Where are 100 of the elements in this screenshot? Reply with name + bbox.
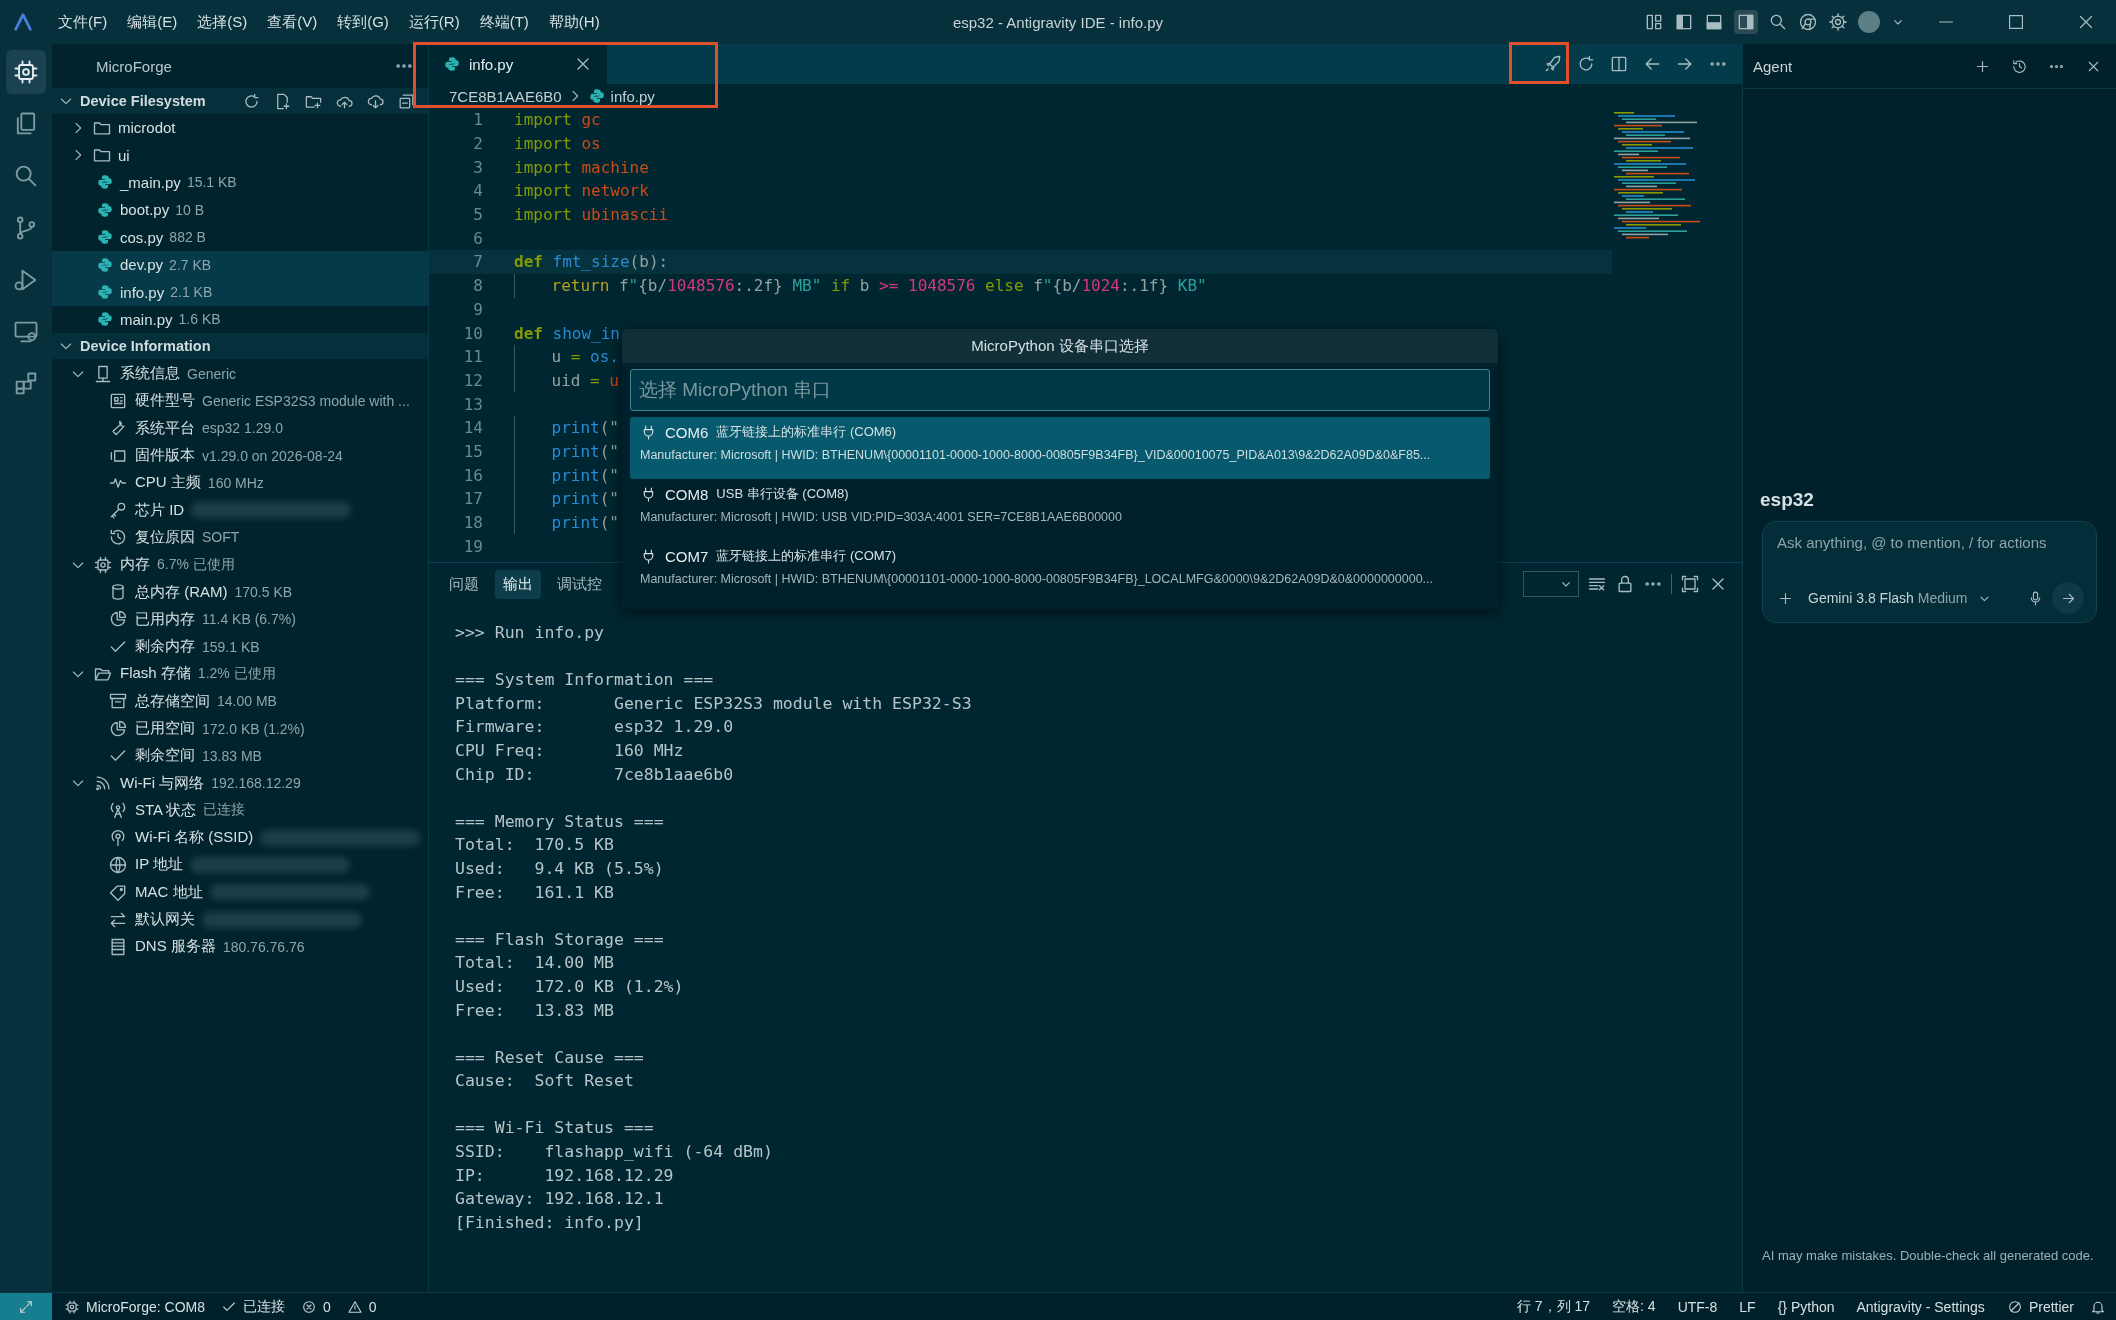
file-tree-item[interactable]: cos.py 882 B xyxy=(52,223,428,251)
model-selector[interactable]: Gemini 3.8 Flash Medium xyxy=(1808,590,1968,606)
port-detail: Manufacturer: Microsoft | HWID: BTHENUM\{00001101-0000-1000-8000-00805F9B34FB}_VID&00010075_PID&A013\9&2D62A09D&0&F85... xyxy=(640,448,1432,462)
file-tree-item[interactable]: dev.py 2.7 KB xyxy=(52,250,428,279)
port-description: 蓝牙链接上的标准串行 (COM6) xyxy=(716,423,897,441)
device-status[interactable]: MicroForge: COM8 xyxy=(86,1298,206,1315)
maximize-panel-icon[interactable] xyxy=(1680,574,1700,594)
file-tree-item[interactable]: boot.py 10 B xyxy=(52,196,428,224)
status-item[interactable]: 行 7，列 17 xyxy=(1516,1297,1591,1316)
computer-icon xyxy=(93,363,113,384)
output-line: Firmware: esp32 1.29.0 xyxy=(455,716,735,739)
tree-item[interactable]: 剩余内存 159.1 KB xyxy=(52,632,428,661)
status-item[interactable]: LF xyxy=(1739,1298,1756,1315)
toggle-sidebar-icon[interactable] xyxy=(1674,12,1694,32)
tree-item[interactable]: 已用内存 11.4 KB (6.7%) xyxy=(52,605,428,633)
status-item[interactable]: 空格: 4 xyxy=(1612,1297,1656,1316)
menu-item[interactable]: 文件(F) xyxy=(48,12,118,32)
browser-icon[interactable] xyxy=(1798,12,1818,32)
antenna-icon xyxy=(108,800,128,821)
port-option[interactable]: COM7 蓝牙链接上的标准串行 (COM7) Manufacturer: Microsoft | HWID: BTHENUM\{00001101-0000-1000-8000-00805F9B34FB}_LOCALMFG&0000\9&2D62A09D&0&0000000000... xyxy=(630,541,1490,603)
line-number: 9 xyxy=(472,299,483,319)
menu-item[interactable]: 选择(S) xyxy=(187,12,258,32)
tree-item[interactable]: 复位原因 SOFT xyxy=(52,523,428,552)
chat-input[interactable]: Ask anything, @ to mention, / for actions Gemini 3.8 Flash Medium xyxy=(1762,521,2097,623)
file-tree-item[interactable]: _main.py 15.1 KB xyxy=(52,168,428,197)
port-name: COM6 xyxy=(665,423,709,441)
tree-item[interactable]: 已用空间 172.0 KB (1.2%) xyxy=(52,714,428,743)
tree-item[interactable]: 硬件型号 Generic ESP32S3 module with ... xyxy=(52,387,428,415)
tree-item[interactable]: IP 地址 xyxy=(52,851,428,879)
code-line: def fmt_size(b): xyxy=(514,252,669,272)
avatar[interactable] xyxy=(1858,11,1880,33)
menu-item[interactable]: 编辑(E) xyxy=(117,12,188,32)
tree-item[interactable]: STA 状态 已连接 xyxy=(52,796,428,825)
breadcrumb-item[interactable]: 7CE8B1AAE6B0 xyxy=(449,87,562,105)
tree-item[interactable]: 固件版本 v1.29.0 on 2026-08-24 xyxy=(52,441,428,470)
port-option[interactable]: COM6 蓝牙链接上的标准串行 (COM6) Manufacturer: Microsoft | HWID: BTHENUM\{00001101-0000-1000-8000-00805F9B34FB}_VID&00010075_PID&A013\9&2D62A09D&0&F85... xyxy=(630,417,1490,479)
rocket-icon[interactable] xyxy=(1543,54,1563,74)
tree-group[interactable]: 内存 6.7% 已使用 xyxy=(52,551,428,579)
output-line: Chip ID: 7ce8b1aae6b0 xyxy=(455,763,735,786)
toggle-secondary-sidebar-icon[interactable] xyxy=(1734,10,1758,34)
search-icon[interactable] xyxy=(1768,12,1788,32)
port-search-field[interactable]: 选择 MicroPython 串口 xyxy=(630,369,1490,411)
breadcrumb-item[interactable]: info.py xyxy=(610,87,655,105)
tree-item[interactable]: 芯片 ID xyxy=(52,496,428,524)
tab-label[interactable]: info.py xyxy=(469,55,565,73)
status-item[interactable]: Antigravity - Settings xyxy=(1856,1298,1985,1315)
history-icon xyxy=(108,527,128,548)
menu-item[interactable]: 运行(R) xyxy=(398,12,470,32)
tree-item[interactable]: 剩余空间 13.83 MB xyxy=(52,742,428,770)
layout-icon[interactable] xyxy=(1644,12,1664,32)
toggle-panel-icon[interactable] xyxy=(1704,12,1724,32)
tree-item[interactable]: DNS 服务器 180.76.76.76 xyxy=(52,933,428,961)
port-detail: Manufacturer: Microsoft | HWID: BTHENUM\{00001101-0000-1000-8000-00805F9B34FB}_LOCALMFG&0000\9&2D62A09D&0&0000000000... xyxy=(640,572,1435,586)
tree-group[interactable]: Flash 存储 1.2% 已使用 xyxy=(52,660,428,688)
output-line: Total: 170.5 KB xyxy=(455,834,615,857)
panel-tab[interactable]: 问题 xyxy=(441,569,487,599)
send-button[interactable] xyxy=(2052,582,2084,614)
menu-item[interactable]: 帮助(H) xyxy=(538,12,610,32)
file-tree-item[interactable]: microdot xyxy=(52,114,428,142)
port-detail: Manufacturer: Microsoft | HWID: USB VID:PID=303A:4001 SER=7CE8B1AAE6B00000 xyxy=(640,510,1123,524)
connection-status[interactable]: 已连接 xyxy=(243,1297,286,1316)
menu-item[interactable]: 查看(V) xyxy=(257,12,328,32)
history-icon[interactable] xyxy=(2011,57,2028,75)
chip-icon[interactable] xyxy=(6,50,46,94)
tree-item[interactable]: Wi-Fi 名称 (SSID) xyxy=(52,824,428,852)
tree-item[interactable]: 总内存 (RAM) 170.5 KB xyxy=(52,578,428,606)
code-line: import machine xyxy=(514,157,649,177)
remote-icon[interactable] xyxy=(18,1298,34,1315)
status-item[interactable]: UTF-8 xyxy=(1677,1298,1718,1315)
refresh-icon[interactable] xyxy=(242,91,261,111)
section-header[interactable]: Device Filesystem xyxy=(52,88,428,114)
settings-icon[interactable] xyxy=(1828,12,1848,32)
code-line: def show_in xyxy=(514,323,620,343)
code-line: print(" xyxy=(550,489,619,509)
pie-chart-icon xyxy=(108,718,128,739)
warning-count[interactable]: 0 xyxy=(368,1298,377,1315)
menu-item[interactable]: 终端(T) xyxy=(469,12,539,32)
tree-item[interactable]: 默认网关 xyxy=(52,905,428,934)
panel-tab[interactable]: 调试控 xyxy=(549,569,610,599)
tree-item[interactable]: CPU 主频 160 MHz xyxy=(52,469,428,497)
error-count[interactable]: 0 xyxy=(323,1298,331,1315)
formatter-icon xyxy=(2006,1298,2023,1315)
tree-item[interactable]: 总存储空间 14.00 MB xyxy=(52,687,428,715)
tree-item[interactable]: 系统平台 esp32 1.29.0 xyxy=(52,414,428,442)
formatter-status[interactable]: Prettier xyxy=(2028,1298,2074,1315)
status-item[interactable]: {} Python xyxy=(1777,1298,1835,1315)
split-editor-icon[interactable] xyxy=(1609,54,1629,74)
tree-item[interactable]: MAC 地址 xyxy=(52,878,428,906)
output-line: Free: 13.83 MB xyxy=(455,999,615,1022)
editor-tab[interactable]: info.py xyxy=(429,44,607,84)
file-tree-item[interactable]: main.py 1.6 KB xyxy=(52,305,428,333)
port-option[interactable]: COM8 USB 串行设备 (COM8) Manufacturer: Microsoft | HWID: USB VID:PID=303A:4001 SER=7CE8B1AAE6B00000 xyxy=(630,479,1490,541)
tree-group[interactable]: 系统信息 Generic xyxy=(52,360,428,388)
section-header[interactable]: Device Information xyxy=(52,333,428,359)
menu-item[interactable]: 转到(G) xyxy=(327,12,399,32)
tree-group[interactable]: Wi-Fi 与网络 192.168.12.29 xyxy=(52,769,428,797)
panel-tab[interactable]: 输出 xyxy=(495,569,541,599)
line-number: 7 xyxy=(472,252,483,272)
file-tree-item[interactable]: ui xyxy=(52,141,428,169)
file-tree-item[interactable]: info.py 2.1 KB xyxy=(52,278,428,306)
